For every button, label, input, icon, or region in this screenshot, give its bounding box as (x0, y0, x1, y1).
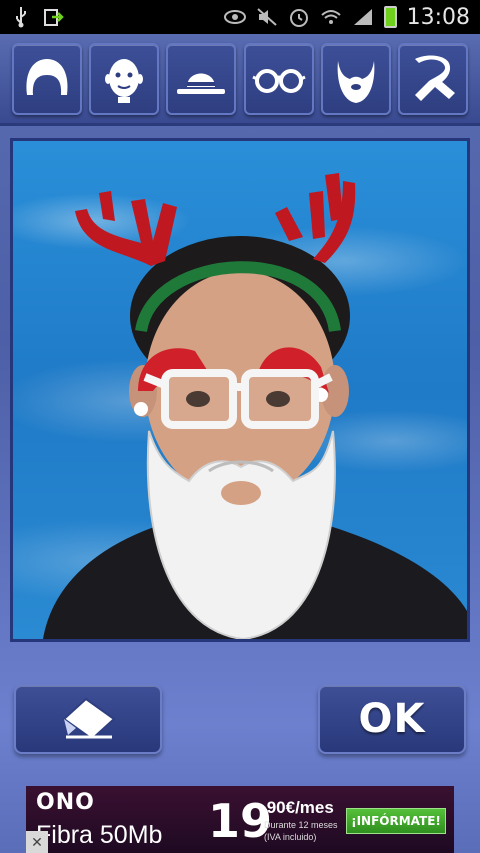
edited-photo (43, 173, 467, 639)
ad-brand-logo: ONO (36, 790, 95, 815)
category-toolbar (0, 34, 480, 126)
tab-hair[interactable] (11, 42, 82, 115)
battery-icon (383, 6, 397, 28)
left-antler (75, 191, 177, 266)
status-bar-left (10, 6, 64, 28)
usb-icon (10, 6, 32, 28)
wifi-icon (320, 6, 342, 28)
tab-glasses[interactable] (243, 42, 314, 115)
clock: 13:08 (406, 4, 470, 30)
left-hat-pompom (134, 402, 148, 416)
mouth-area (221, 481, 261, 505)
glasses-icon (251, 68, 306, 93)
eraser-button[interactable] (14, 684, 162, 754)
ok-label: OK (358, 696, 426, 742)
eraser-icon (62, 697, 116, 741)
beard-icon (337, 60, 375, 103)
status-bar-right: 13:08 (223, 4, 470, 30)
ad-terms-line1: Durante 12 meses (264, 820, 338, 830)
ok-button[interactable]: OK (318, 684, 466, 754)
ad-cta-button[interactable]: ¡INFÓRMATE! (346, 808, 446, 834)
tab-face[interactable] (88, 42, 159, 115)
tab-hat[interactable] (166, 42, 237, 115)
ad-price-small: ,90€/mes (262, 798, 334, 817)
photo-frame (10, 138, 470, 642)
scarf-icon (415, 55, 456, 101)
ad-banner[interactable]: ONO Fibra 50Mb 19 ,90€/mes Durante 12 me… (26, 786, 454, 853)
ad-product: Fibra 50Mb (36, 821, 163, 849)
eye-icon (223, 6, 246, 28)
photo-canvas[interactable] (13, 141, 467, 639)
mute-icon (256, 6, 278, 28)
hair-icon (26, 58, 68, 95)
ad-terms-line2: (IVA incluido) (264, 832, 317, 842)
download-icon (42, 6, 64, 28)
signal-icon (352, 6, 374, 28)
alarm-icon (288, 6, 310, 28)
tab-beard[interactable] (320, 42, 391, 115)
status-bar: 13:08 (0, 0, 480, 34)
hat-icon (177, 73, 226, 94)
tab-scarf[interactable] (398, 42, 469, 115)
face-icon (104, 58, 143, 103)
ad-close-button[interactable]: ✕ (26, 831, 48, 853)
